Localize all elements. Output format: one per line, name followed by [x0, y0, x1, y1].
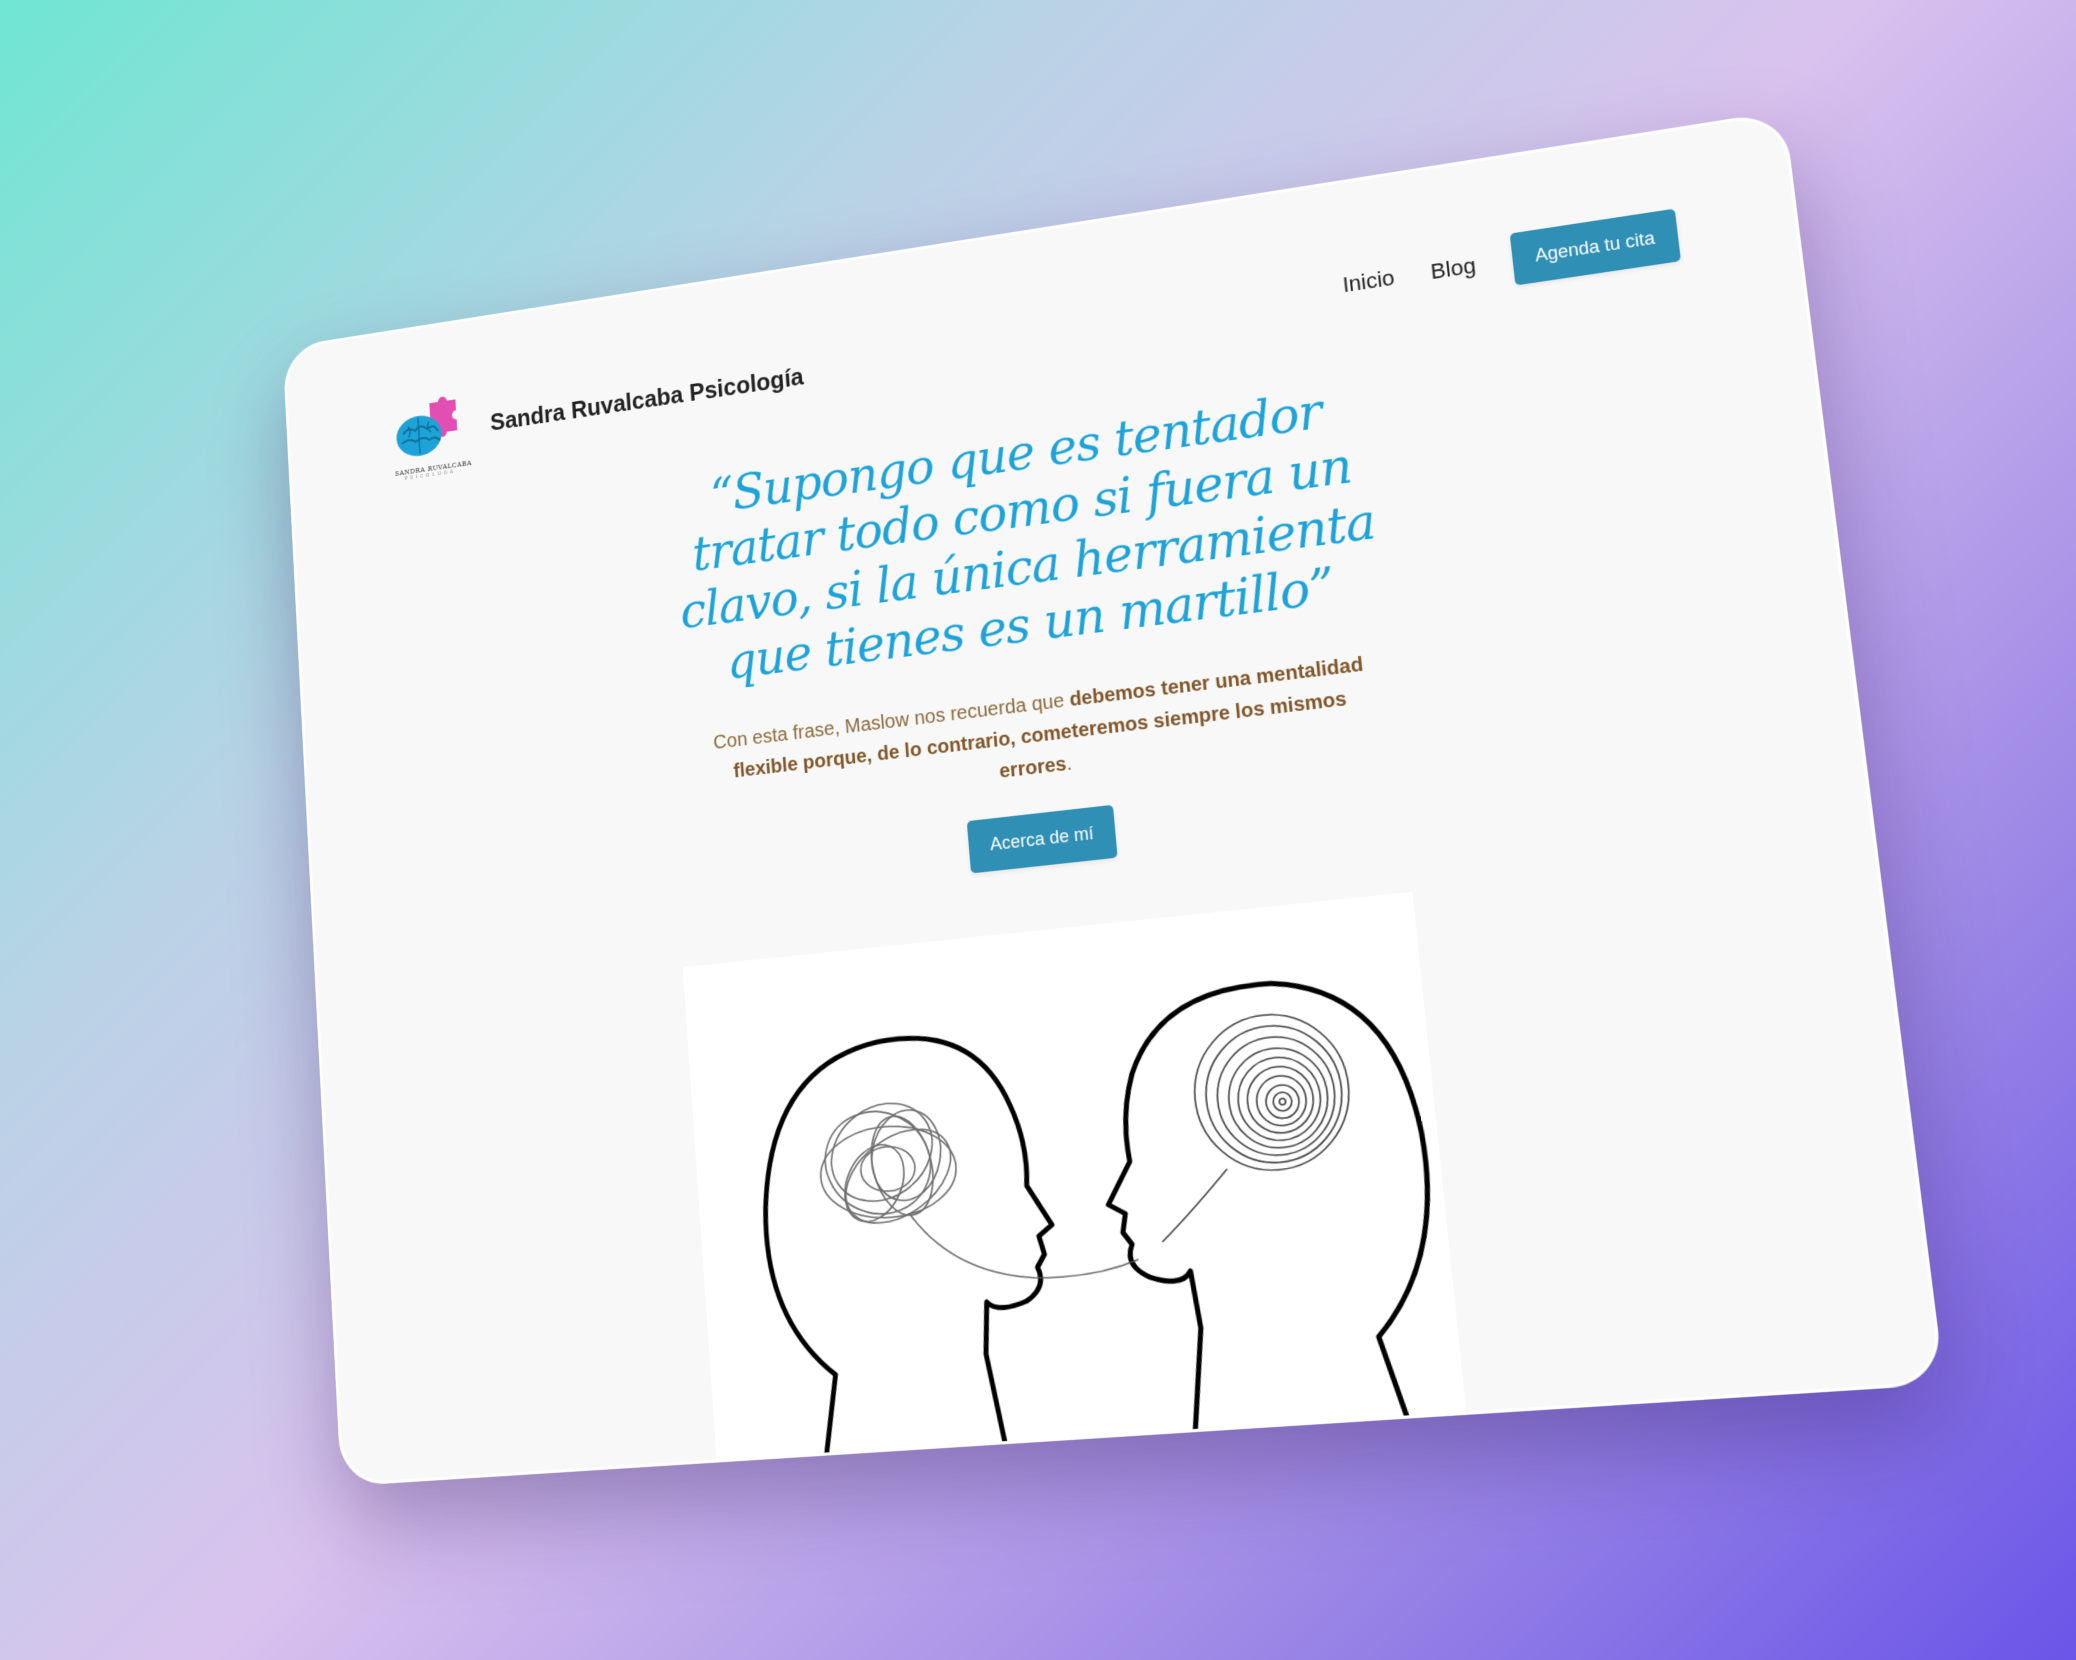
about-me-button[interactable]: Acerca de mí: [966, 804, 1118, 874]
site-logo[interactable]: SANDRA RUVALCABA PSICÓLOGA: [391, 393, 472, 485]
brain-puzzle-icon: [395, 394, 458, 460]
two-heads-icon: [683, 892, 1474, 1484]
site-name[interactable]: Sandra Ruvalcaba Psicología: [490, 364, 805, 437]
nav-item-blog[interactable]: Blog: [1429, 252, 1477, 284]
nav-item-inicio[interactable]: Inicio: [1341, 265, 1395, 298]
browser-window: SANDRA RUVALCABA PSICÓLOGA Sandra Ruvalc…: [285, 113, 1942, 1484]
main-nav: Inicio Blog Agenda tu cita: [1340, 208, 1681, 311]
book-appointment-button[interactable]: Agenda tu cita: [1509, 208, 1681, 286]
hero-illustration: [682, 891, 1474, 1484]
background-stage: SANDRA RUVALCABA PSICÓLOGA Sandra Ruvalc…: [0, 0, 2076, 1660]
hero-quote: “Supongo que es tentador tratar todo com…: [678, 382, 1378, 691]
subtext-part-2: .: [1065, 752, 1073, 776]
